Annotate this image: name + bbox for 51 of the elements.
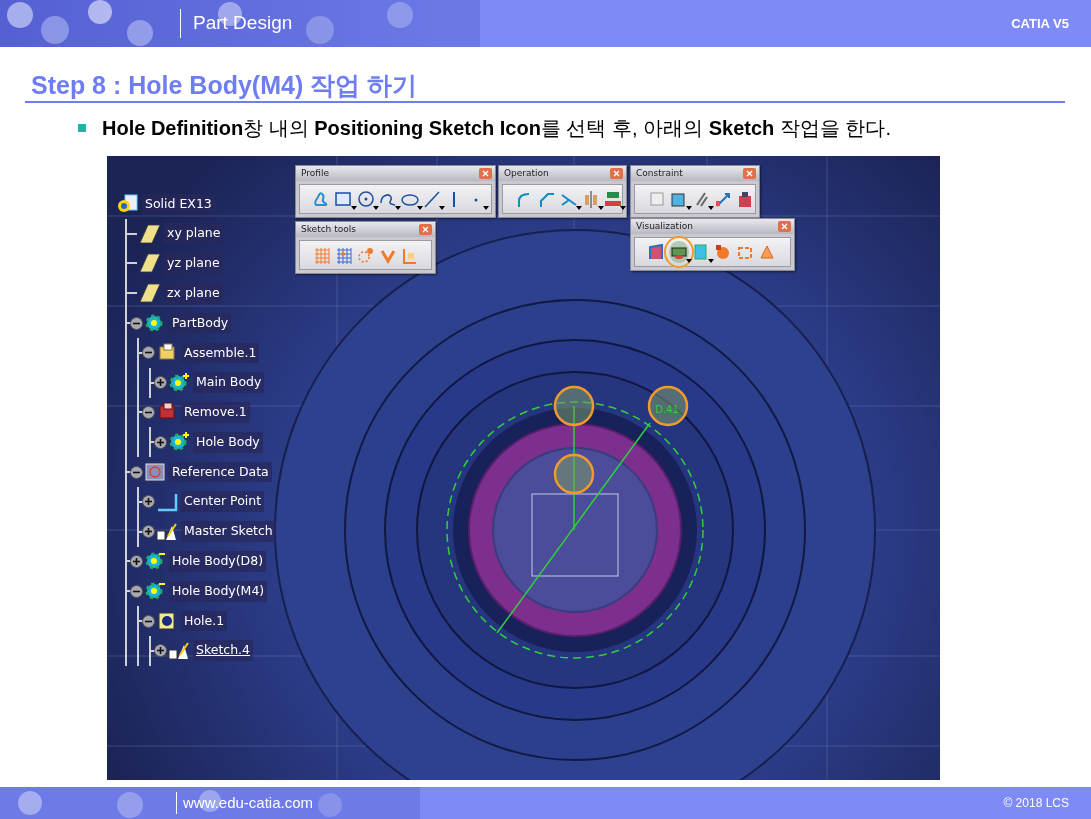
highlight-circle (647, 385, 689, 427)
close-icon[interactable] (610, 168, 623, 179)
close-icon[interactable] (419, 224, 432, 235)
toolbar-title: Visualization (636, 219, 693, 233)
assemble-icon (156, 342, 178, 363)
highlight-circle (553, 453, 595, 495)
dimension-label: D.41 (655, 404, 679, 415)
plane-icon (139, 223, 161, 244)
reference-icon (144, 462, 166, 483)
tree-item[interactable]: Hole Body(D8) (169, 551, 267, 572)
section-title: Part Design (180, 9, 293, 38)
tree-item[interactable]: PartBody (169, 312, 232, 334)
toolbar-title: Operation (504, 166, 549, 180)
tree-item[interactable]: Hole.1 (181, 610, 228, 632)
slide-title: Step 8 : Hole Body(M4) 작업 하기 (25, 69, 1065, 103)
tree-item[interactable]: Remove.1 (181, 402, 250, 423)
gear-icon (144, 551, 166, 572)
close-icon[interactable] (743, 168, 756, 179)
part-icon (117, 193, 139, 214)
tree-item[interactable]: Hole Body (193, 431, 263, 453)
gear-icon (144, 581, 166, 602)
copyright-text: © 2018 LCS (1003, 795, 1069, 812)
tree-item[interactable]: Hole Body(M4) (169, 580, 268, 602)
close-icon[interactable] (778, 221, 791, 232)
tree-item[interactable]: Master Sketch (181, 521, 276, 543)
plane-icon (139, 253, 161, 274)
tree-item[interactable]: Assemble.1 (181, 342, 260, 364)
tree-item[interactable]: Solid EX13 (142, 193, 215, 215)
circle-icon[interactable] (356, 188, 376, 210)
toolbar-title: Constraint (636, 166, 683, 180)
instruction-text: Hole Definition창 내의 Positioning Sketch Icon를 선택 후, 아래의 Sketch 작업을 한다. (102, 116, 891, 141)
highlight-circle (553, 385, 595, 427)
bullet-icon (78, 124, 86, 132)
gear-icon (168, 372, 190, 393)
close-icon[interactable] (479, 168, 492, 179)
tree-item[interactable]: zx plane (164, 282, 223, 304)
tree-item[interactable]: Center Point (181, 491, 265, 513)
sketch-icon (168, 640, 190, 661)
tree-item[interactable]: xy plane (164, 223, 224, 245)
tree-item[interactable]: Reference Data (169, 461, 272, 483)
sketch-icon (156, 521, 178, 542)
gear-icon (168, 432, 190, 453)
tree-item[interactable]: Main Body (193, 372, 265, 394)
hole-icon (156, 611, 178, 632)
tree-item[interactable]: Sketch.4 (193, 640, 254, 662)
toolbar-title: Profile (301, 166, 329, 180)
product-name: CATIA V5 (1011, 14, 1069, 33)
plane-icon (139, 283, 161, 304)
tree-item[interactable]: yz plane (164, 253, 223, 274)
point-icon (156, 491, 178, 512)
toolbar-title: Sketch tools (301, 222, 356, 236)
